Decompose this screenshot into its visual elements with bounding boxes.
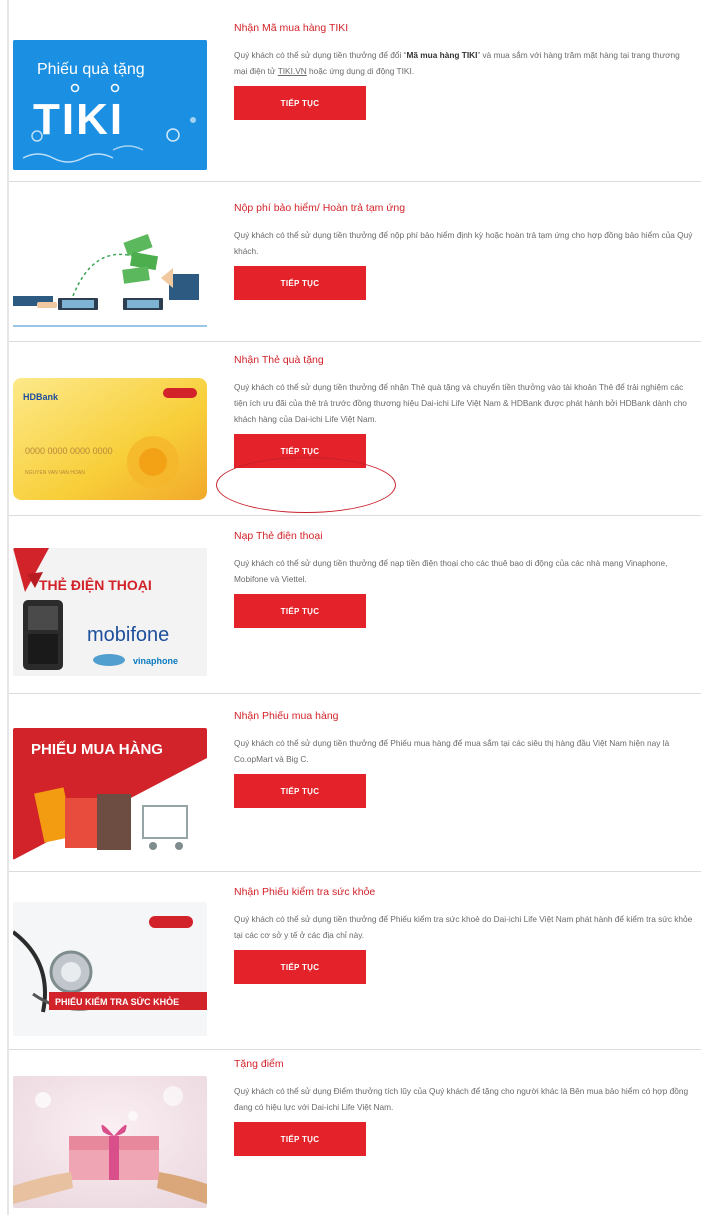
reward-card-gift-points: Tặng điểm Quý khách có thể sử dụng Điểm …	[9, 1050, 701, 1215]
health-check-caption: PHIẾU KIỂM TRA SỨC KHỎE	[55, 996, 179, 1007]
phone-card-image: THẺ ĐIỆN THOẠI mobifone vinaphone	[13, 548, 207, 676]
card-title: Nhận Thẻ quà tặng	[234, 354, 324, 366]
card-title: Nộp phí bảo hiểm/ Hoàn trả tạm ứng	[234, 202, 406, 214]
card-number-text: 0000 0000 0000 0000	[25, 446, 113, 456]
gift-points-image	[13, 1076, 207, 1208]
tiki-link[interactable]: TIKI.VN	[278, 66, 307, 76]
tiki-voucher-caption: Phiếu quà tặng	[37, 61, 145, 78]
continue-button[interactable]: TIẾP TỤC	[234, 434, 366, 468]
card-title: Tặng điểm	[234, 1058, 284, 1070]
reward-card-tiki: Phiếu quà tặng TIKI Nhận Mã mua hàng TIK…	[9, 0, 701, 180]
card-title: Nhận Phiếu kiểm tra sức khỏe	[234, 886, 376, 898]
card-content: Nhận Mã mua hàng TIKI Quý khách có thể s…	[234, 22, 694, 120]
continue-button[interactable]: TIẾP TỤC	[234, 1122, 366, 1156]
card-description: Quý khách có thể sử dụng tiền thưởng để …	[234, 382, 687, 424]
shopping-voucher-caption: PHIẾU MUA HÀNG	[31, 741, 163, 758]
card-content: Tặng điểm Quý khách có thể sử dụng Điểm …	[234, 1058, 694, 1156]
payment-image	[13, 216, 207, 334]
reward-card-gift-card: HDBank 0000 0000 0000 0000 NGUYEN VAN VA…	[9, 342, 701, 514]
vinaphone-logo-text: vinaphone	[133, 656, 178, 666]
card-description: Quý khách có thể sử dụng tiền thưởng để …	[234, 914, 693, 940]
tiki-logo-text: TIKI	[33, 95, 124, 144]
payment-graphic	[13, 233, 207, 327]
shopping-voucher-image: PHIẾU MUA HÀNG	[13, 728, 207, 860]
card-holder-text: NGUYEN VAN VAN HOAN	[25, 470, 85, 476]
continue-button[interactable]: TIẾP TỤC	[234, 86, 366, 120]
card-content: Nhận Phiếu kiểm tra sức khỏe Quý khách c…	[234, 886, 694, 984]
hdbank-logo-text: HDBank	[23, 392, 59, 402]
card-description: Quý khách có thể sử dụng Điểm thưởng tíc…	[234, 1086, 689, 1112]
reward-card-shopping-voucher: PHIẾU MUA HÀNG Nhận Phiếu mua hàng Quý k…	[9, 694, 701, 870]
phone-card-caption: THẺ ĐIỆN THOẠI	[39, 576, 152, 593]
continue-button[interactable]: TIẾP TỤC	[234, 774, 366, 808]
reward-card-health-check: PHIẾU KIỂM TRA SỨC KHỎE Nhận Phiếu kiểm …	[9, 872, 701, 1048]
gift-card-image: HDBank 0000 0000 0000 0000 NGUYEN VAN VA…	[13, 378, 207, 500]
tiki-code-bold: Mã mua hàng TIKI	[406, 50, 478, 60]
shopping-voucher-graphic: PHIẾU MUA HÀNG	[13, 728, 207, 860]
gift-box-graphic	[13, 1076, 207, 1208]
continue-button[interactable]: TIẾP TỤC	[234, 266, 366, 300]
card-title: Nhận Phiếu mua hàng	[234, 710, 339, 722]
tiki-voucher-graphic: Phiếu quà tặng TIKI	[13, 40, 207, 170]
card-description: Quý khách có thể sử dụng tiền thưởng để …	[234, 230, 693, 256]
card-content: Nộp phí bảo hiểm/ Hoàn trả tạm ứng Quý k…	[234, 202, 694, 300]
health-check-graphic: PHIẾU KIỂM TRA SỨC KHỎE	[13, 902, 207, 1036]
card-description: Quý khách có thể sử dụng tiền thưởng để …	[234, 738, 670, 764]
continue-button[interactable]: TIẾP TỤC	[234, 950, 366, 984]
hdbank-card-graphic: HDBank 0000 0000 0000 0000 NGUYEN VAN VA…	[13, 378, 207, 500]
health-check-image: PHIẾU KIỂM TRA SỨC KHỎE	[13, 902, 207, 1036]
continue-button[interactable]: TIẾP TỤC	[234, 594, 366, 628]
card-description: Quý khách có thể sử dụng tiền thưởng để …	[234, 50, 680, 76]
phone-card-graphic: THẺ ĐIỆN THOẠI mobifone vinaphone	[13, 548, 207, 676]
card-content: Nạp Thẻ điện thoại Quý khách có thể sử d…	[234, 530, 694, 628]
reward-card-phone-topup: THẺ ĐIỆN THOẠI mobifone vinaphone Nạp Th…	[9, 516, 701, 692]
tiki-voucher-image: Phiếu quà tặng TIKI	[13, 40, 207, 170]
card-title: Nạp Thẻ điện thoại	[234, 530, 323, 542]
reward-card-premium-payment: Nộp phí bảo hiểm/ Hoàn trả tạm ứng Quý k…	[9, 182, 701, 340]
card-description: Quý khách có thể sử dụng tiền thưởng để …	[234, 558, 668, 584]
card-content: Nhận Thẻ quà tặng Quý khách có thể sử dụ…	[234, 354, 694, 468]
card-title: Nhận Mã mua hàng TIKI	[234, 22, 349, 34]
card-content: Nhận Phiếu mua hàng Quý khách có thể sử …	[234, 710, 694, 808]
mobifone-logo-text: mobifone	[87, 624, 169, 646]
